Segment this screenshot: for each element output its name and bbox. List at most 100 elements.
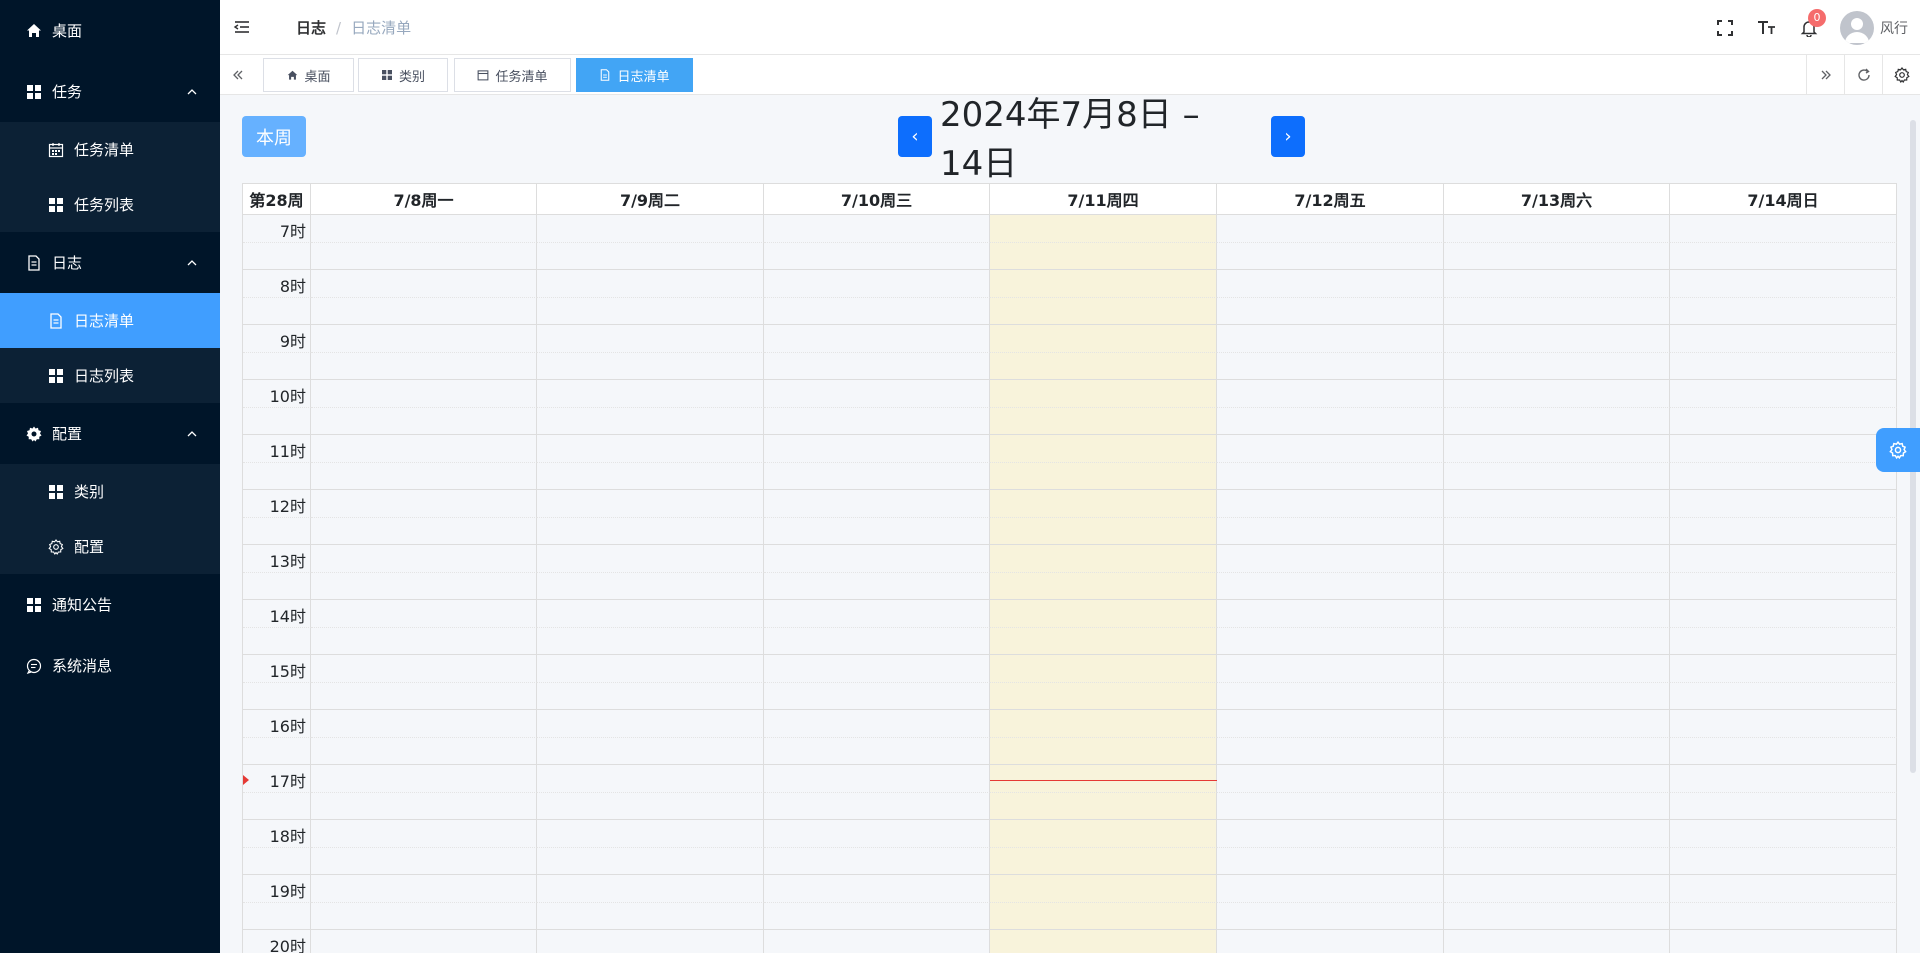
time-slot[interactable] [537,297,764,325]
time-slot[interactable] [1217,737,1444,765]
time-slot[interactable] [537,765,764,793]
time-slot[interactable] [1670,407,1897,435]
time-slot[interactable] [1670,352,1897,380]
time-slot[interactable] [1217,270,1444,298]
tag-task-checklist[interactable]: 任务清单 [454,58,571,92]
sidebar-item-desktop[interactable]: 桌面 [0,0,220,61]
time-slot[interactable] [1444,545,1670,573]
time-slot[interactable] [990,682,1217,710]
time-slot[interactable] [990,270,1217,298]
time-slot[interactable] [1444,242,1670,270]
time-slot[interactable] [1217,297,1444,325]
time-slot[interactable] [990,545,1217,573]
time-slot[interactable] [1670,215,1897,243]
time-slot[interactable] [1444,297,1670,325]
time-slot[interactable] [1670,490,1897,518]
time-slot[interactable] [990,710,1217,738]
time-slot[interactable] [1217,407,1444,435]
time-slot[interactable] [1444,490,1670,518]
time-slot[interactable] [1217,545,1444,573]
time-slot[interactable] [1217,930,1444,953]
time-slot[interactable] [537,352,764,380]
time-slot[interactable] [990,380,1217,408]
time-slot[interactable] [537,407,764,435]
time-slot[interactable] [1217,902,1444,930]
time-slot[interactable] [537,875,764,903]
time-slot[interactable] [311,270,537,298]
time-slot[interactable] [1444,407,1670,435]
time-slot[interactable] [311,242,537,270]
time-slot[interactable] [537,215,764,243]
time-slot[interactable] [1670,682,1897,710]
sidebar-item-task-list[interactable]: 任务列表 [0,177,220,232]
time-slot[interactable] [764,297,990,325]
time-slot[interactable] [990,572,1217,600]
tags-scroll-right-icon[interactable] [1806,55,1844,95]
time-slot[interactable] [1670,242,1897,270]
time-slot[interactable] [764,930,990,953]
time-slot[interactable] [990,352,1217,380]
time-slot[interactable] [1670,462,1897,490]
time-slot[interactable] [1217,490,1444,518]
sidebar-item-log[interactable]: 日志 [0,232,220,293]
prev-week-button[interactable]: ‹ [898,116,932,157]
gear-icon[interactable] [1882,55,1920,95]
avatar[interactable] [1840,10,1874,45]
time-slot[interactable] [764,875,990,903]
time-slot[interactable] [764,572,990,600]
time-slot[interactable] [1217,325,1444,353]
time-slot[interactable] [1670,930,1897,953]
time-slot[interactable] [537,600,764,628]
time-slot[interactable] [764,407,990,435]
time-slot[interactable] [990,902,1217,930]
time-slot[interactable] [311,737,537,765]
time-slot[interactable] [311,930,537,953]
time-slot[interactable] [1444,435,1670,463]
time-slot[interactable] [311,600,537,628]
time-slot[interactable] [764,902,990,930]
time-slot[interactable] [764,215,990,243]
time-slot[interactable] [1444,325,1670,353]
time-slot[interactable] [764,710,990,738]
time-slot[interactable] [311,572,537,600]
time-slot[interactable] [764,682,990,710]
time-slot[interactable] [537,325,764,353]
time-slot[interactable] [764,847,990,875]
time-slot[interactable] [537,435,764,463]
time-slot[interactable] [1670,325,1897,353]
time-slot[interactable] [764,270,990,298]
time-slot[interactable] [1217,215,1444,243]
time-slot[interactable] [1217,710,1444,738]
time-slot[interactable] [537,380,764,408]
time-slot[interactable] [311,325,537,353]
time-slot[interactable] [1444,930,1670,953]
time-slot[interactable] [1217,435,1444,463]
time-slot[interactable] [990,297,1217,325]
time-slot[interactable] [537,847,764,875]
time-slot[interactable] [1670,847,1897,875]
time-slot[interactable] [1670,875,1897,903]
time-slot[interactable] [1670,655,1897,683]
time-slot[interactable] [1444,655,1670,683]
time-slot[interactable] [537,737,764,765]
time-slot[interactable] [537,930,764,953]
breadcrumb-parent[interactable]: 日志 [296,17,326,38]
time-slot[interactable] [1217,792,1444,820]
time-slot[interactable] [764,820,990,848]
time-slot[interactable] [537,462,764,490]
time-slot[interactable] [764,242,990,270]
time-slot[interactable] [1670,572,1897,600]
time-slot[interactable] [1444,270,1670,298]
time-slot[interactable] [1670,545,1897,573]
time-slot[interactable] [764,737,990,765]
time-slot[interactable] [311,710,537,738]
time-slot[interactable] [1444,847,1670,875]
time-slot[interactable] [1217,682,1444,710]
time-slot[interactable] [990,765,1217,793]
time-slot[interactable] [990,792,1217,820]
time-slot[interactable] [990,325,1217,353]
bell-icon[interactable]: 0 [1798,8,1826,39]
time-slot[interactable] [1444,875,1670,903]
time-slot[interactable] [1670,380,1897,408]
tag-log-checklist[interactable]: 日志清单 [576,58,693,92]
